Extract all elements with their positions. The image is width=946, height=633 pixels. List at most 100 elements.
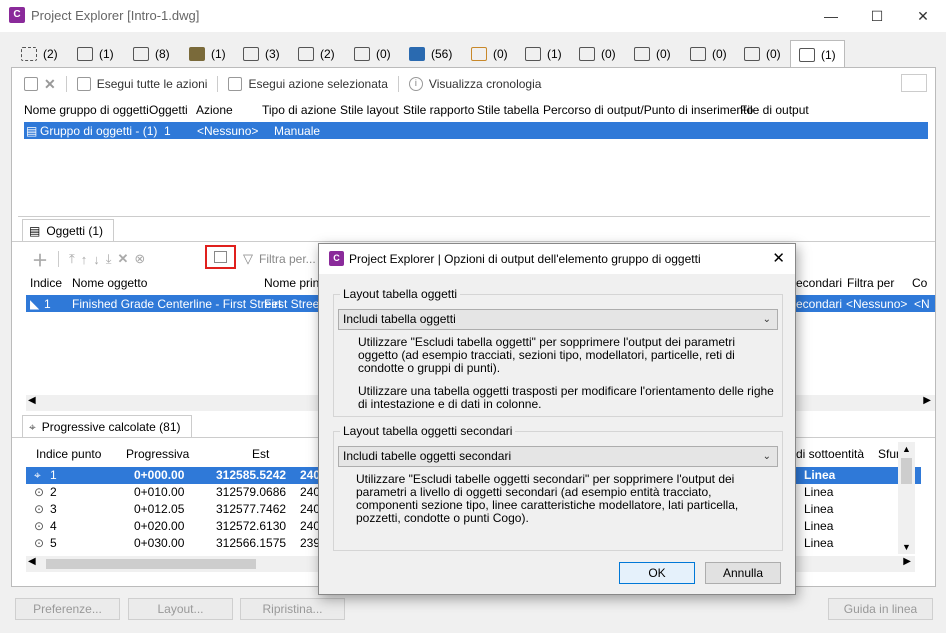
col-objects[interactable]: Oggetti [149,103,188,117]
pipe-network-icon [525,47,541,61]
tab-stations[interactable]: ⌖ Progressive calcolate (81) [22,415,192,437]
history-button[interactable]: Visualizza cronologia [429,77,542,91]
scroll-left-icon[interactable]: ◀ [28,556,36,567]
scroll-right-icon[interactable]: ▶ [923,395,931,406]
tab-pressure-networks[interactable]: (0) [579,42,616,66]
col-index[interactable]: Indice [30,276,62,290]
point-icon: ⊙ [34,485,45,499]
group-label: Layout tabella oggetti secondari [340,424,516,438]
filter-button[interactable]: Filtra per... [259,252,316,266]
secondary-layout-group: Layout tabella oggetti secondari Includi… [333,424,783,551]
help-button[interactable]: Guida in linea [828,598,933,620]
col-action-type[interactable]: Tipo di azione [262,103,336,117]
scroll-thumb[interactable] [901,458,912,484]
chevron-down-icon: ⌄ [762,451,771,462]
group-label: Layout tabella oggetti [340,287,461,301]
info-icon: i [408,77,423,91]
crosshair-icon: ⌖ [34,468,41,482]
scroll-right-icon[interactable]: ▶ [903,556,911,567]
group-row[interactable]: ▤ Gruppo di oggetti - (1) 1 <Nessuno> Ma… [24,122,928,139]
pressure-network-icon [579,47,595,61]
col-report-style[interactable]: Stile rapporto [403,103,474,117]
secondary-layout-combo[interactable]: Includi tabelle oggetti secondari ⌄ [338,446,778,467]
tab-tables[interactable]: (0) [744,42,781,66]
chevron-down-icon: ⌄ [762,314,771,325]
app-icon: C [329,251,344,266]
maximize-button[interactable]: ☐ [854,0,900,32]
tab-surfaces[interactable]: (2) [298,42,335,66]
tab-sites[interactable]: (1) [77,42,114,66]
scroll-up-icon[interactable]: ▲ [902,444,911,454]
objects-toolbar: ＋ ⤒ ↑ ↓ ⤓ ✕ ⊗ [32,247,145,271]
tab-object-sets[interactable]: (1) [790,40,845,68]
tab-parcels[interactable]: (0) [471,42,508,66]
objects-layout-combo[interactable]: Includi tabella oggetti ⌄ [338,309,778,330]
run-all-icon [76,77,91,91]
tab-sample-lines[interactable]: (3) [243,42,280,66]
tab-intersections[interactable]: (0) [690,42,727,66]
tab-objects[interactable]: ▤ Oggetti (1) [22,219,114,241]
scroll-down-icon[interactable]: ▼ [902,542,911,552]
move-up-icon[interactable]: ↑ [81,252,88,267]
preferences-button[interactable]: Preferenze... [15,598,120,620]
filter-toolbar: ▽ Filtra per... [243,249,316,269]
run-all-button[interactable]: Esegui tutte le azioni [97,77,208,91]
tab-feature-lines[interactable]: (0) [354,42,391,66]
stations-vscroll[interactable]: ▲ ▼ [898,442,915,554]
point-icon: ⊙ [34,502,45,516]
surface-icon [298,47,314,61]
minimize-button[interactable]: — [808,0,854,32]
scroll-left-icon[interactable]: ◀ [28,395,36,406]
delete-icon[interactable]: ✕ [44,76,56,93]
tab-alignments[interactable]: (2) [21,42,58,66]
col-output-file[interactable]: File di output [740,103,809,117]
ok-button[interactable]: OK [619,562,695,584]
help-text: Utilizzare "Escludi tabelle oggetti seco… [356,472,739,525]
move-bottom-icon[interactable]: ⤓ [106,251,112,267]
col-secondary[interactable]: econdari [796,276,842,290]
col-co[interactable]: Co [912,276,927,290]
close-button[interactable]: ✕ [900,0,946,32]
new-group-icon[interactable] [24,77,38,91]
layout-button[interactable]: Layout... [128,598,233,620]
tab-pipe-networks[interactable]: (1) [525,42,562,66]
object-set-icon [799,47,815,62]
col-output-path[interactable]: Percorso di output/Punto di inserimento [543,103,753,117]
col-action[interactable]: Azione [196,103,233,117]
output-options-button[interactable] [205,245,236,269]
groups-table-header: Nome gruppo di oggetti Oggetti Azione Ti… [12,100,935,120]
col-layout-style[interactable]: Stile layout [340,103,399,117]
crosshair-icon: ⌖ [29,420,36,434]
dialog-title: Project Explorer | Opzioni di output del… [349,252,701,266]
move-down-icon[interactable]: ↓ [93,252,100,267]
action-toolbar: ✕ Esegui tutte le azioni Esegui azione s… [24,74,924,94]
object-type-tabs: (2) (1) (8) (1) (3) (2) (0) (56) (0) (1)… [11,38,936,68]
col-table-style[interactable]: Stile tabella [477,103,539,117]
col-group-name[interactable]: Nome gruppo di oggetti [24,103,149,117]
profile-icon [133,47,149,61]
cancel-button[interactable]: Annulla [705,562,781,584]
tab-points[interactable]: (56) [409,42,452,66]
layout-dropdown-icon[interactable] [901,74,927,92]
move-top-icon[interactable]: ⤒ [69,251,75,267]
profile-icon: ◣ [30,297,40,311]
clear-icon[interactable]: ⊗ [134,251,145,267]
add-icon[interactable]: ＋ [32,247,48,271]
object-set-icon: ▤ [26,124,38,138]
dialog-close-button[interactable]: ✕ [772,249,785,267]
scroll-thumb[interactable] [46,559,256,569]
tab-profiles[interactable]: (8) [133,42,170,66]
col-filter[interactable]: Filtra per [847,276,894,290]
remove-icon[interactable]: ✕ [118,251,129,267]
col-object-name[interactable]: Nome oggetto [72,276,147,290]
help-text: Utilizzare "Escludi tabella oggetti" per… [358,335,735,375]
help-text: Utilizzare una tabella oggetti trasposti… [358,384,774,411]
intersection-icon [690,47,706,61]
run-selected-button[interactable]: Esegui azione selezionata [248,77,387,91]
tab-assemblies[interactable]: (0) [634,42,671,66]
corridor-icon [189,47,205,61]
alignment-icon [21,47,37,61]
window-title: Project Explorer [Intro-1.dwg] [31,8,200,23]
restore-button[interactable]: Ripristina... [240,598,345,620]
tab-corridors[interactable]: (1) [189,42,226,66]
